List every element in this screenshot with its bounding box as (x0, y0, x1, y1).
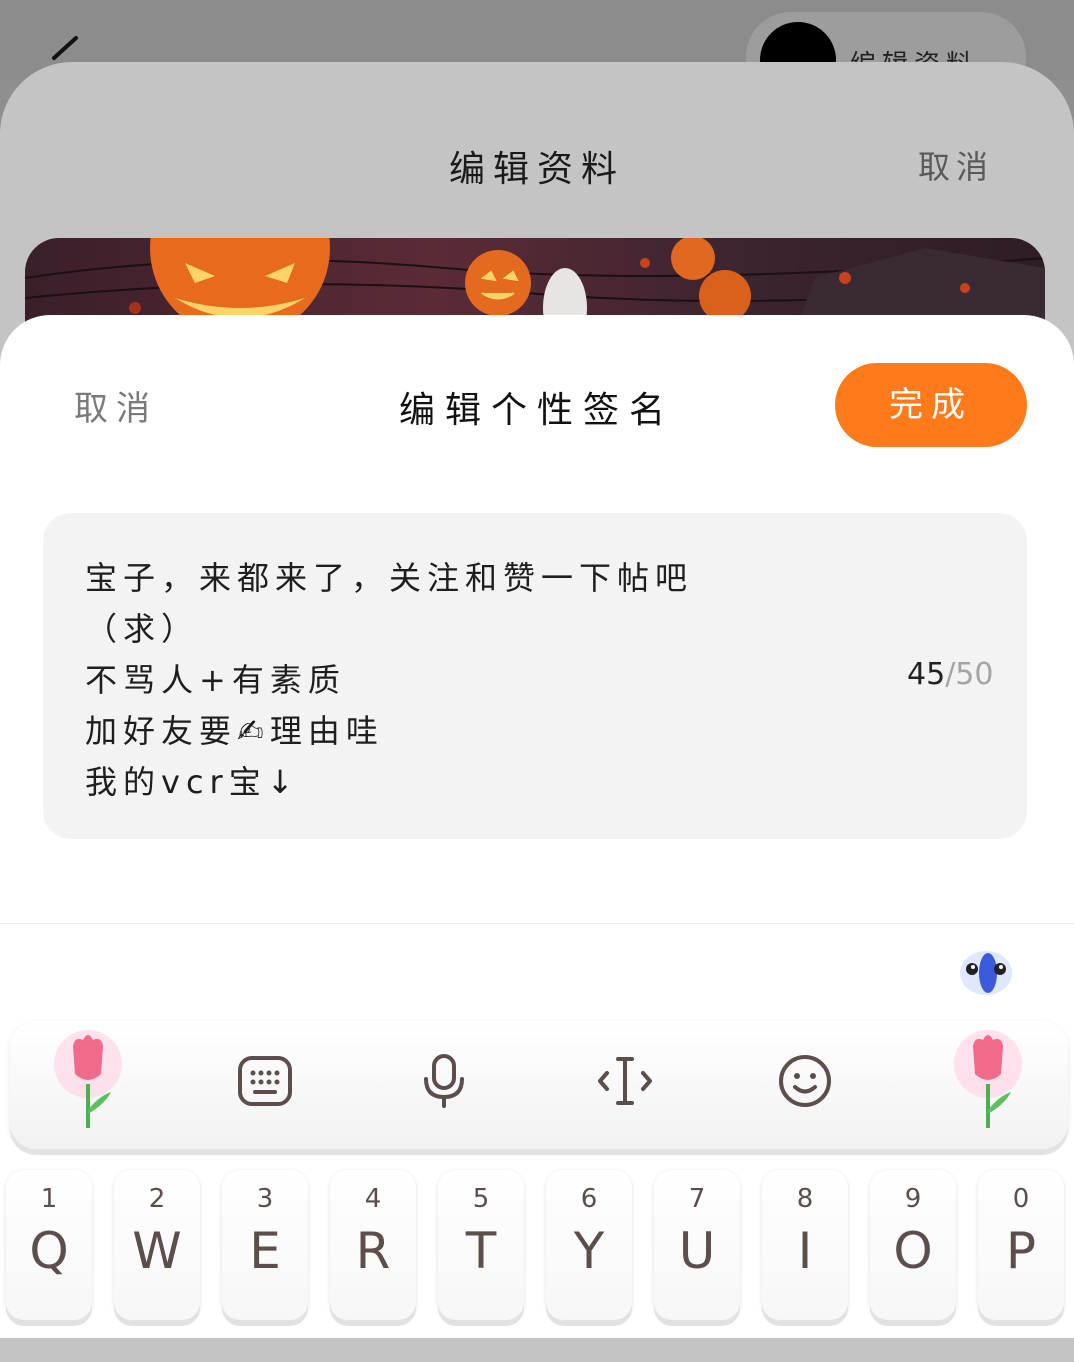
tulip-icon[interactable] (938, 1021, 1038, 1141)
key-letter: P (1005, 1222, 1037, 1280)
key-number: 0 (1012, 1184, 1030, 1214)
signature-line: 宝子，来都来了，关注和赞一下帖吧 (85, 559, 694, 597)
key-r[interactable]: 4R (330, 1170, 416, 1320)
key-u[interactable]: 7U (654, 1170, 740, 1320)
signature-line: 我的vcr宝↓ (85, 763, 300, 801)
character-count: 45 (907, 657, 946, 692)
key-number: 7 (688, 1184, 706, 1214)
key-letter: R (355, 1222, 391, 1280)
key-number: 8 (796, 1184, 814, 1214)
divider (0, 923, 1074, 924)
key-y[interactable]: 6Y (546, 1170, 632, 1320)
key-letter: W (132, 1222, 182, 1280)
key-number: 4 (364, 1184, 382, 1214)
key-letter: T (465, 1222, 497, 1280)
signature-line: （求） (85, 610, 200, 648)
key-letter: O (893, 1222, 933, 1280)
key-o[interactable]: 9O (870, 1170, 956, 1320)
done-button[interactable]: 完成 (835, 363, 1027, 447)
key-letter: U (678, 1222, 716, 1280)
key-q[interactable]: 1Q (6, 1170, 92, 1320)
key-letter: Y (573, 1222, 605, 1280)
edit-profile-cancel-button[interactable]: 取消 (918, 142, 994, 188)
signature-line: 不骂人+有素质 (85, 661, 346, 699)
keyboard-icon[interactable] (215, 1021, 315, 1141)
signature-textarea[interactable]: 宝子，来都来了，关注和赞一下帖吧 （求） 不骂人+有素质 加好友要✍理由哇 我的… (43, 513, 1027, 839)
character-counter: 45/50 (907, 657, 993, 692)
key-t[interactable]: 5T (438, 1170, 524, 1320)
key-w[interactable]: 2W (114, 1170, 200, 1320)
key-p[interactable]: 0P (978, 1170, 1064, 1320)
key-letter: I (797, 1222, 813, 1280)
microphone-icon[interactable] (394, 1021, 494, 1141)
tulip-icon[interactable] (38, 1021, 138, 1141)
key-number: 5 (472, 1184, 490, 1214)
key-number: 1 (40, 1184, 58, 1214)
key-e[interactable]: 3E (222, 1170, 308, 1320)
key-number: 2 (148, 1184, 166, 1214)
keyboard-mascot-icon[interactable] (958, 945, 1014, 997)
key-i[interactable]: 8I (762, 1170, 848, 1320)
keyboard: 1Q 2W 3E 4R 5T 6Y 7U 8I 9O 0P (0, 925, 1074, 1338)
key-number: 9 (904, 1184, 922, 1214)
signature-line: 加好友要✍理由哇 (85, 712, 384, 750)
key-number: 6 (580, 1184, 598, 1214)
edit-profile-title: 编辑资料 (448, 149, 625, 190)
key-number: 3 (256, 1184, 274, 1214)
keyboard-letter-row: 1Q 2W 3E 4R 5T 6Y 7U 8I 9O 0P (0, 1165, 1074, 1325)
cursor-icon[interactable] (575, 1021, 675, 1141)
key-letter: Q (29, 1222, 69, 1280)
key-letter: E (249, 1222, 281, 1280)
emoji-icon[interactable] (755, 1021, 855, 1141)
keyboard-toolbar (10, 1021, 1068, 1149)
character-max: /50 (945, 657, 994, 692)
